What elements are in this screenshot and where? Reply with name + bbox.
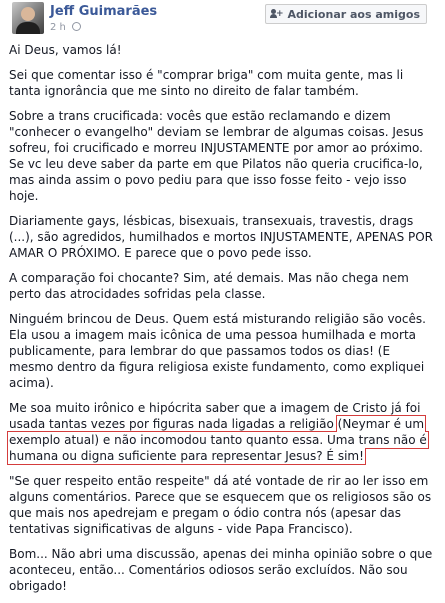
post-body: Ai Deus, vamos lá! Sei que comentar isso… <box>7 42 434 603</box>
avatar[interactable] <box>12 2 44 34</box>
paragraph: Diariamente gays, lésbicas, bisexuais, t… <box>9 214 434 260</box>
author-name[interactable]: Jeff Guimarães <box>50 4 157 19</box>
paragraph: "Se quer respeito então respeite" dá até… <box>9 474 432 536</box>
paragraph: Ai Deus, vamos lá! <box>9 43 122 57</box>
add-friend-button[interactable]: + Adicionar aos amigos <box>265 4 427 24</box>
post-time[interactable]: 2 h <box>50 22 66 33</box>
paragraph: Sei que comentar isso é "comprar briga" … <box>9 68 404 98</box>
paragraph: Sobre a trans crucificada: vocês que est… <box>9 109 424 203</box>
paragraph: Bom... Não abri uma discussão, apenas de… <box>9 547 433 593</box>
facebook-post: Jeff Guimarães 2 h + Adicionar aos amigo… <box>0 0 445 593</box>
add-friend-label: Adicionar aos amigos <box>287 7 420 21</box>
post-meta: 2 h <box>50 22 82 33</box>
paragraph: Ninguém brincou de Deus. Quem está mistu… <box>9 312 426 390</box>
paragraph: A comparação foi chocante? Sim, até dema… <box>9 271 409 301</box>
post-header: Jeff Guimarães 2 h + Adicionar aos amigo… <box>8 0 437 38</box>
add-friend-icon: + <box>270 9 283 19</box>
globe-icon <box>72 22 82 31</box>
paragraph: Me soa muito irônico e hipócrita saber q… <box>7 400 434 465</box>
